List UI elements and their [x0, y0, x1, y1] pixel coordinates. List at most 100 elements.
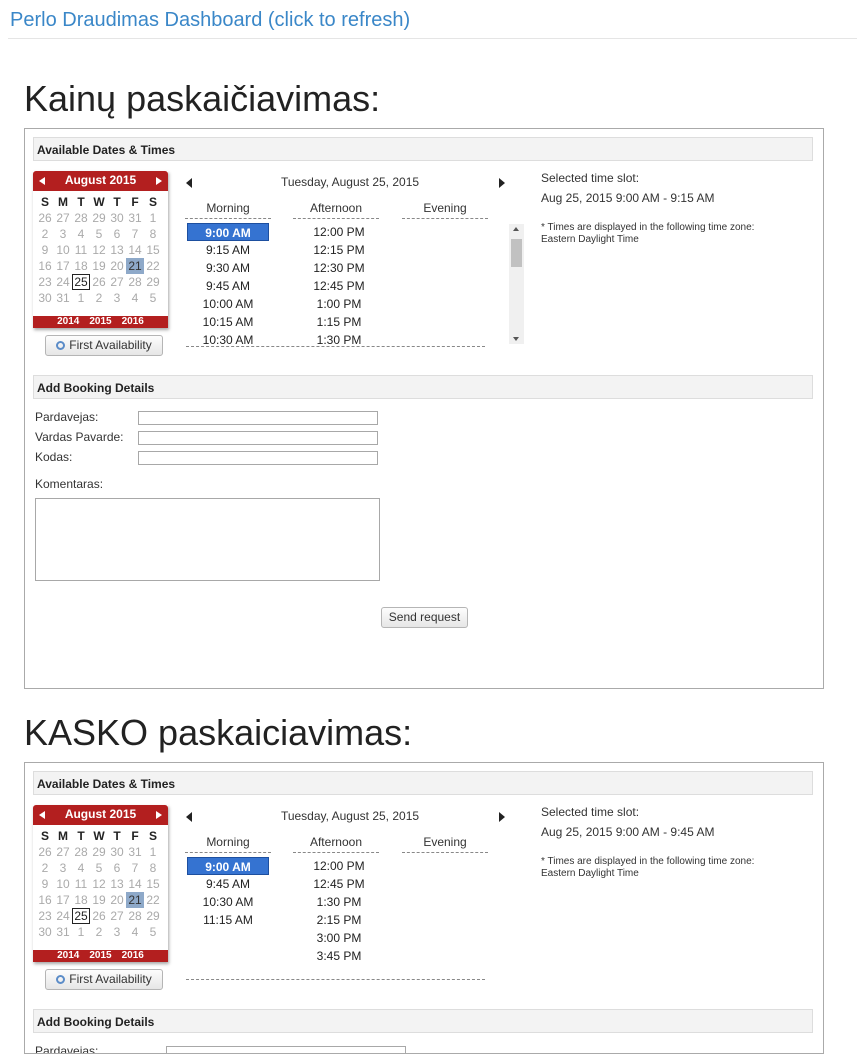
- calendar-day[interactable]: 30: [108, 210, 126, 226]
- calendar-day[interactable]: 31: [54, 924, 72, 940]
- calendar-day[interactable]: 31: [54, 290, 72, 306]
- calendar-day[interactable]: 22: [144, 892, 162, 908]
- time-slot[interactable]: 11:15 AM: [187, 911, 269, 929]
- time-slot[interactable]: 1:30 PM: [298, 893, 380, 911]
- seller-input[interactable]: [138, 411, 378, 425]
- seller-input[interactable]: [166, 1046, 406, 1053]
- calendar-day[interactable]: 5: [144, 290, 162, 306]
- calendar-day[interactable]: 28: [126, 908, 144, 924]
- time-slot[interactable]: 3:00 PM: [298, 929, 380, 947]
- scroll-thumb[interactable]: [511, 239, 522, 267]
- time-slot[interactable]: 12:00 PM: [298, 223, 380, 241]
- year-link-2014[interactable]: 2014: [57, 316, 79, 328]
- calendar-day[interactable]: 24: [54, 908, 72, 924]
- name-input[interactable]: [138, 431, 378, 445]
- calendar-day[interactable]: 14: [126, 876, 144, 892]
- year-link-2015[interactable]: 2015: [89, 950, 111, 962]
- calendar-day[interactable]: 4: [72, 226, 90, 242]
- calendar-day[interactable]: 23: [36, 908, 54, 924]
- calendar-day[interactable]: 21: [126, 892, 144, 908]
- time-slot[interactable]: 12:15 PM: [298, 241, 380, 259]
- calendar-day[interactable]: 1: [72, 290, 90, 306]
- calendar-day[interactable]: 7: [126, 860, 144, 876]
- calendar-day[interactable]: 24: [54, 274, 72, 290]
- calendar-day[interactable]: 27: [108, 274, 126, 290]
- time-slot[interactable]: 9:15 AM: [187, 241, 269, 259]
- first-availability-button[interactable]: First Availability: [45, 969, 163, 990]
- time-slot[interactable]: 10:00 AM: [187, 295, 269, 313]
- calendar-day[interactable]: 13: [108, 242, 126, 258]
- calendar-day[interactable]: 18: [72, 892, 90, 908]
- calendar-day[interactable]: 10: [54, 242, 72, 258]
- calendar-day[interactable]: 26: [36, 844, 54, 860]
- scroll-up-icon[interactable]: [513, 227, 519, 231]
- year-link-2015[interactable]: 2015: [89, 316, 111, 328]
- calendar-day[interactable]: 25: [72, 908, 90, 924]
- calendar-day[interactable]: 30: [36, 924, 54, 940]
- calendar-day[interactable]: 11: [72, 242, 90, 258]
- calendar-day[interactable]: 4: [126, 290, 144, 306]
- time-slot[interactable]: 9:45 AM: [187, 875, 269, 893]
- time-slot[interactable]: 1:15 PM: [298, 313, 380, 331]
- calendar-day[interactable]: 27: [54, 844, 72, 860]
- calendar-day[interactable]: 31: [126, 210, 144, 226]
- calendar-day[interactable]: 29: [144, 274, 162, 290]
- calendar-day[interactable]: 18: [72, 258, 90, 274]
- calendar-day[interactable]: 2: [90, 290, 108, 306]
- calendar-day[interactable]: 30: [108, 844, 126, 860]
- calendar-day[interactable]: 14: [126, 242, 144, 258]
- calendar-day[interactable]: 28: [72, 844, 90, 860]
- calendar-day[interactable]: 5: [144, 924, 162, 940]
- time-slot[interactable]: 2:15 PM: [298, 911, 380, 929]
- prev-day-icon[interactable]: [186, 178, 192, 188]
- next-month-icon[interactable]: [156, 811, 162, 819]
- time-slot[interactable]: 9:00 AM: [187, 223, 269, 241]
- calendar-day[interactable]: 9: [36, 242, 54, 258]
- calendar-day[interactable]: 20: [108, 892, 126, 908]
- calendar-day[interactable]: 12: [90, 242, 108, 258]
- calendar-day[interactable]: 16: [36, 892, 54, 908]
- calendar-day[interactable]: 13: [108, 876, 126, 892]
- calendar-day[interactable]: 26: [36, 210, 54, 226]
- calendar-day[interactable]: 28: [72, 210, 90, 226]
- calendar-day[interactable]: 2: [36, 226, 54, 242]
- calendar-day[interactable]: 30: [36, 290, 54, 306]
- calendar-day[interactable]: 1: [72, 924, 90, 940]
- next-day-icon[interactable]: [499, 812, 505, 822]
- year-link-2016[interactable]: 2016: [122, 950, 144, 962]
- calendar-day[interactable]: 27: [54, 210, 72, 226]
- time-slot[interactable]: 10:15 AM: [187, 313, 269, 331]
- calendar-day[interactable]: 5: [90, 226, 108, 242]
- calendar-day[interactable]: 2: [36, 860, 54, 876]
- time-slot[interactable]: 12:45 PM: [298, 277, 380, 295]
- calendar-day[interactable]: 16: [36, 258, 54, 274]
- calendar-day[interactable]: 22: [144, 258, 162, 274]
- time-slot[interactable]: 9:30 AM: [187, 259, 269, 277]
- calendar-day[interactable]: 2: [90, 924, 108, 940]
- send-request-button[interactable]: Send request: [381, 607, 468, 628]
- calendar-day[interactable]: 3: [54, 860, 72, 876]
- calendar-day[interactable]: 12: [90, 876, 108, 892]
- calendar-day[interactable]: 29: [90, 844, 108, 860]
- time-slot[interactable]: 9:00 AM: [187, 857, 269, 875]
- time-slot[interactable]: 1:00 PM: [298, 295, 380, 313]
- calendar-day[interactable]: 3: [54, 226, 72, 242]
- time-slot[interactable]: 9:45 AM: [187, 277, 269, 295]
- calendar-day[interactable]: 15: [144, 242, 162, 258]
- calendar-day[interactable]: 27: [108, 908, 126, 924]
- calendar-day[interactable]: 28: [126, 274, 144, 290]
- time-slot[interactable]: 12:45 PM: [298, 875, 380, 893]
- calendar-day[interactable]: 29: [90, 210, 108, 226]
- calendar-day[interactable]: 11: [72, 876, 90, 892]
- calendar-day[interactable]: 23: [36, 274, 54, 290]
- time-slot[interactable]: 10:30 AM: [187, 331, 269, 346]
- calendar-day[interactable]: 4: [126, 924, 144, 940]
- next-month-icon[interactable]: [156, 177, 162, 185]
- calendar-day[interactable]: 10: [54, 876, 72, 892]
- calendar-day[interactable]: 1: [144, 844, 162, 860]
- calendar-day[interactable]: 9: [36, 876, 54, 892]
- next-day-icon[interactable]: [499, 178, 505, 188]
- dashboard-refresh-link[interactable]: Perlo Draudimas Dashboard (click to refr…: [10, 9, 410, 32]
- calendar-day[interactable]: 21: [126, 258, 144, 274]
- calendar-day[interactable]: 4: [72, 860, 90, 876]
